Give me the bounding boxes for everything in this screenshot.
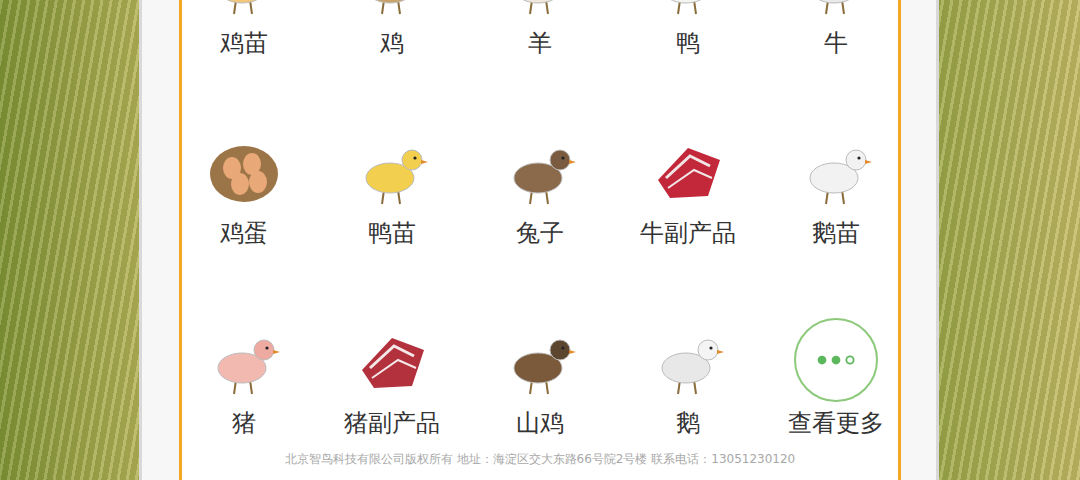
category-item[interactable]: 鸡蛋 xyxy=(179,90,318,248)
category-label: 猪副产品 xyxy=(344,408,440,438)
category-item[interactable]: 猪 xyxy=(179,280,318,438)
sheep-icon xyxy=(500,0,580,20)
eggs-icon xyxy=(204,130,284,210)
goose-icon xyxy=(648,320,728,400)
category-label: 牛 xyxy=(824,28,848,58)
category-label: 鹅苗 xyxy=(812,218,860,248)
category-item[interactable]: 鹅苗 xyxy=(762,90,901,248)
app-screen: 鸡苗 鸡 羊 鸭 牛鸡蛋 鸭苗 兔子 牛副产品 鹅苗猪 猪副产品 山鸡 鹅 查看更多北京智鸟科技有限公司… xyxy=(179,0,901,480)
pig-icon xyxy=(204,320,284,400)
rabbit-icon xyxy=(500,130,580,210)
category-label: 鸡苗 xyxy=(220,28,268,58)
category-label: 鸭苗 xyxy=(368,218,416,248)
category-label: 兔子 xyxy=(516,218,564,248)
category-item[interactable]: 山鸡 xyxy=(466,280,614,438)
more-label: 查看更多 xyxy=(788,408,884,438)
category-item[interactable]: 鸡 xyxy=(318,0,466,58)
phone-frame: 鸡苗 鸡 羊 鸭 牛鸡蛋 鸭苗 兔子 牛副产品 鹅苗猪 猪副产品 山鸡 鹅 查看更多北京智鸟科技有限公司… xyxy=(139,0,939,480)
pork-icon xyxy=(352,320,432,400)
category-grid: 鸡苗 鸡 羊 鸭 牛鸡蛋 鸭苗 兔子 牛副产品 鹅苗猪 猪副产品 山鸡 鹅 查看更多 xyxy=(182,0,898,438)
more-item[interactable]: 查看更多 xyxy=(762,280,901,438)
more-button[interactable] xyxy=(794,318,878,402)
category-item[interactable]: 猪副产品 xyxy=(318,280,466,438)
duckling-icon xyxy=(352,130,432,210)
more-dots-icon xyxy=(815,353,857,367)
category-item[interactable]: 鸭 xyxy=(614,0,762,58)
copyright-footer: 北京智鸟科技有限公司版权所有 地址：海淀区交大东路66号院2号楼 联系电话：13… xyxy=(182,450,898,468)
category-item[interactable]: 牛副产品 xyxy=(614,90,762,248)
category-item[interactable]: 羊 xyxy=(466,0,614,58)
category-label: 猪 xyxy=(232,408,256,438)
category-item[interactable]: 牛 xyxy=(762,0,901,58)
category-label: 鹅 xyxy=(676,408,700,438)
category-item[interactable]: 兔子 xyxy=(466,90,614,248)
duck-icon xyxy=(648,0,728,20)
category-label: 鸭 xyxy=(676,28,700,58)
category-label: 鸡 xyxy=(380,28,404,58)
category-item[interactable]: 鸡苗 xyxy=(179,0,318,58)
background-photo: 鸡苗 鸡 羊 鸭 牛鸡蛋 鸭苗 兔子 牛副产品 鹅苗猪 猪副产品 山鸡 鹅 查看更多北京智鸟科技有限公司… xyxy=(0,0,1080,480)
category-label: 牛副产品 xyxy=(640,218,736,248)
pheasant-icon xyxy=(500,320,580,400)
category-item[interactable]: 鹅 xyxy=(614,280,762,438)
gosling-icon xyxy=(796,130,876,210)
beef-icon xyxy=(648,130,728,210)
category-item[interactable]: 鸭苗 xyxy=(318,90,466,248)
cow-icon xyxy=(796,0,876,20)
chick-icon xyxy=(204,0,284,20)
category-label: 鸡蛋 xyxy=(220,218,268,248)
category-label: 山鸡 xyxy=(516,408,564,438)
chicken-icon xyxy=(352,0,432,20)
category-label: 羊 xyxy=(528,28,552,58)
